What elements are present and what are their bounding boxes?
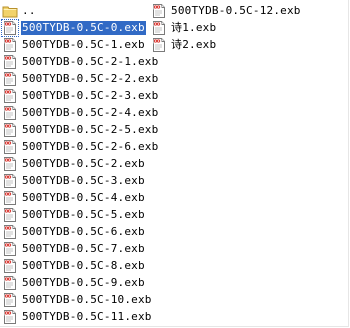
exb-file-icon — [2, 54, 18, 70]
file-name-label: 500TYDB-0.5C-11.exb — [22, 309, 152, 323]
exb-file-icon — [151, 20, 167, 36]
file-item[interactable]: 500TYDB-0.5C-2-4.exb — [2, 104, 159, 121]
file-item[interactable]: 诗1.exb — [151, 19, 302, 36]
exb-file-icon — [2, 37, 18, 53]
file-name-label: 500TYDB-0.5C-2-3.exb — [22, 88, 159, 102]
folder-up-icon — [2, 3, 18, 19]
file-name-label: 500TYDB-0.5C-10.exb — [22, 292, 152, 306]
exb-file-icon — [2, 275, 18, 291]
file-item[interactable]: 500TYDB-0.5C-9.exb — [2, 274, 159, 291]
file-name-label: 500TYDB-0.5C-1.exb — [22, 37, 145, 51]
file-name-label: 500TYDB-0.5C-8.exb — [22, 258, 145, 272]
file-item[interactable]: 500TYDB-0.5C-12.exb — [151, 2, 302, 19]
file-item[interactable]: 500TYDB-0.5C-7.exb — [2, 240, 159, 257]
file-item[interactable]: 500TYDB-0.5C-10.exb — [2, 291, 159, 308]
exb-file-icon — [2, 292, 18, 308]
file-item[interactable]: 500TYDB-0.5C-4.exb — [2, 189, 159, 206]
file-item[interactable]: 500TYDB-0.5C-2.exb — [2, 155, 159, 172]
file-item[interactable]: 500TYDB-0.5C-2-2.exb — [2, 70, 159, 87]
file-name-label: 500TYDB-0.5C-2-4.exb — [22, 105, 159, 119]
file-name-label: 500TYDB-0.5C-9.exb — [22, 275, 145, 289]
exb-file-icon — [2, 207, 18, 223]
file-list-column-1: .. 500TYDB-0.5C-0.exb 500TYDB-0.5C-1.exb 50… — [1, 2, 159, 325]
exb-file-icon — [151, 37, 167, 53]
exb-file-icon — [2, 258, 18, 274]
file-item[interactable]: 500TYDB-0.5C-11.exb — [2, 308, 159, 325]
exb-file-icon — [2, 190, 18, 206]
file-item[interactable]: 500TYDB-0.5C-0.exb — [1, 18, 159, 37]
exb-file-icon — [2, 105, 18, 121]
file-name-label: 500TYDB-0.5C-4.exb — [22, 190, 145, 204]
exb-file-icon — [2, 224, 18, 240]
exb-file-icon — [151, 3, 167, 19]
exb-file-icon — [2, 71, 18, 87]
file-name-label: 500TYDB-0.5C-2-6.exb — [22, 139, 159, 153]
file-item[interactable]: 500TYDB-0.5C-3.exb — [2, 172, 159, 189]
file-list-pane[interactable]: .. 500TYDB-0.5C-0.exb 500TYDB-0.5C-1.exb 50… — [0, 0, 349, 327]
file-item[interactable]: 诗2.exb — [151, 36, 302, 53]
exb-file-icon — [2, 88, 18, 104]
file-name-label: 500TYDB-0.5C-6.exb — [22, 224, 145, 238]
parent-folder-item[interactable]: .. — [2, 2, 159, 19]
exb-file-icon — [2, 309, 18, 325]
file-item[interactable]: 500TYDB-0.5C-2-6.exb — [2, 138, 159, 155]
file-name-label: 500TYDB-0.5C-2.exb — [22, 156, 145, 170]
file-name-label: 500TYDB-0.5C-3.exb — [22, 173, 145, 187]
file-name-label: 诗1.exb — [171, 20, 217, 34]
file-name-label: 500TYDB-0.5C-5.exb — [22, 207, 145, 221]
file-item[interactable]: 500TYDB-0.5C-6.exb — [2, 223, 159, 240]
file-item[interactable]: 500TYDB-0.5C-8.exb — [2, 257, 159, 274]
file-name-label: 500TYDB-0.5C-2-2.exb — [22, 71, 159, 85]
file-name-label: 500TYDB-0.5C-12.exb — [171, 3, 301, 17]
file-list-column-2: 500TYDB-0.5C-12.exb 诗1.exb 诗2.exb — [151, 2, 302, 53]
file-name-label: .. — [22, 3, 36, 17]
file-name-label: 500TYDB-0.5C-2-1.exb — [22, 54, 159, 68]
file-item[interactable]: 500TYDB-0.5C-2-5.exb — [2, 121, 159, 138]
file-name-label: 500TYDB-0.5C-7.exb — [22, 241, 145, 255]
file-item[interactable]: 500TYDB-0.5C-2-3.exb — [2, 87, 159, 104]
file-name-label: 500TYDB-0.5C-2-5.exb — [22, 122, 159, 136]
file-item[interactable]: 500TYDB-0.5C-5.exb — [2, 206, 159, 223]
file-name-label: 500TYDB-0.5C-0.exb — [21, 20, 146, 35]
exb-file-icon — [2, 173, 18, 189]
exb-file-icon — [1, 18, 19, 37]
exb-file-icon — [2, 241, 18, 257]
file-name-label: 诗2.exb — [171, 37, 217, 51]
exb-file-icon — [2, 156, 18, 172]
exb-file-icon — [2, 139, 18, 155]
file-item[interactable]: 500TYDB-0.5C-2-1.exb — [2, 53, 159, 70]
exb-file-icon — [2, 122, 18, 138]
file-item[interactable]: 500TYDB-0.5C-1.exb — [2, 36, 159, 53]
